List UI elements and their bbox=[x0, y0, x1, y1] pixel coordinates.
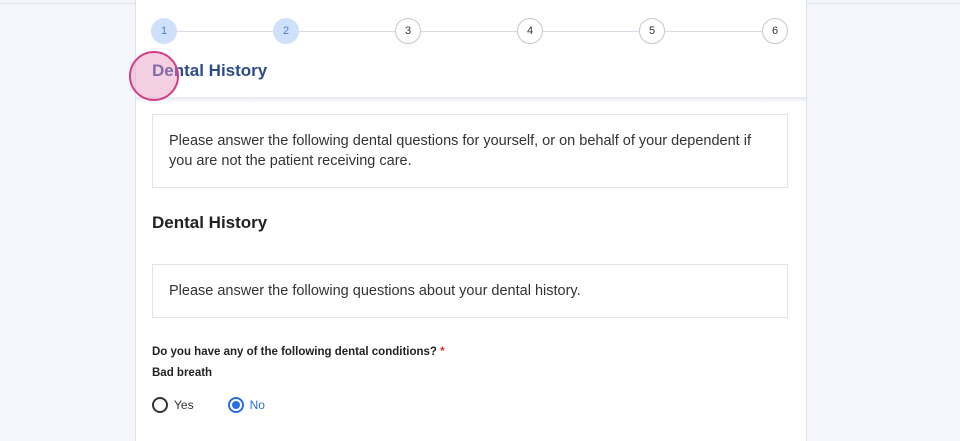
header-divider bbox=[136, 97, 806, 103]
step-connector bbox=[299, 31, 395, 32]
required-indicator: * bbox=[440, 346, 445, 358]
form-card: 1 2 3 4 5 6 Dental History Please answer… bbox=[135, 0, 807, 441]
question-label: Do you have any of the following dental … bbox=[152, 346, 445, 358]
step-connector bbox=[177, 31, 273, 32]
section-info-box: Please answer the following questions ab… bbox=[152, 264, 788, 318]
progress-stepper: 1 2 3 4 5 6 bbox=[151, 18, 793, 46]
step-connector bbox=[421, 31, 517, 32]
radio-no[interactable] bbox=[227, 397, 244, 413]
step-5[interactable]: 5 bbox=[639, 18, 665, 44]
condition-label: Bad breath bbox=[152, 367, 213, 379]
step-3[interactable]: 3 bbox=[395, 18, 421, 44]
section-info-text: Please answer the following questions ab… bbox=[169, 283, 581, 299]
bad-breath-radio-group: Yes No bbox=[152, 397, 299, 413]
radio-label-yes: Yes bbox=[174, 398, 194, 412]
step-2[interactable]: 2 bbox=[273, 18, 299, 44]
step-1[interactable]: 1 bbox=[151, 18, 177, 44]
radio-yes[interactable] bbox=[152, 397, 168, 413]
intro-text: Please answer the following dental quest… bbox=[169, 133, 751, 169]
intro-box: Please answer the following dental quest… bbox=[152, 114, 788, 188]
step-connector bbox=[665, 31, 763, 32]
step-connector bbox=[543, 31, 639, 32]
radio-label-no: No bbox=[249, 398, 265, 412]
section-title: Dental History bbox=[152, 213, 268, 232]
step-6[interactable]: 6 bbox=[762, 18, 788, 44]
radio-option-no[interactable]: No bbox=[227, 397, 265, 413]
radio-option-yes[interactable]: Yes bbox=[152, 397, 194, 413]
page-title: Dental History bbox=[152, 61, 268, 80]
step-4[interactable]: 4 bbox=[517, 18, 543, 44]
